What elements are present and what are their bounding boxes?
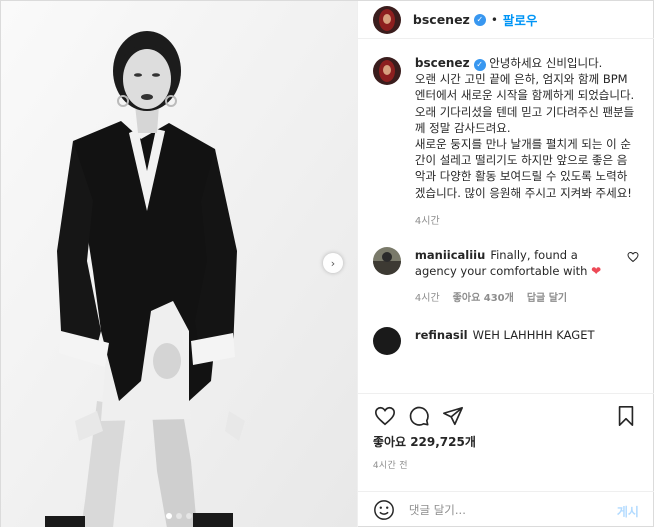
comment-likes-link[interactable]: 좋아요 430개 (453, 291, 514, 308)
comment-body: WEH LAHHHH KAGET (472, 328, 595, 343)
caption-body: 안녕하세요 신비입니다. 오랜 시간 고민 끝에 은하, 엄지와 함께 BPM … (414, 56, 635, 200)
avatar[interactable] (372, 327, 401, 356)
comment-username[interactable]: refinasil (415, 328, 468, 342)
caption-time: 4시간 (414, 215, 440, 227)
carousel-dots (1, 513, 357, 519)
follow-button[interactable]: 팔로우 (503, 10, 538, 29)
comment-time: 4시간 (414, 292, 440, 304)
caption-text: bscenez ✓ 안녕하세요 신비입니다. 오랜 시간 고민 끝에 은하, 엄지… (415, 55, 635, 201)
post-date: 4시간 전 (372, 461, 408, 471)
carousel-dot (175, 513, 182, 519)
next-slide-button[interactable]: › (323, 253, 343, 273)
post-header: bscenez ✓ • 팔로우 (357, 1, 654, 39)
post-side-panel: bscenez ✓ • 팔로우 bscenez ✓ 안녕하세요 신비입니다. 오랜… (356, 1, 654, 527)
share-icon[interactable] (438, 401, 468, 431)
post-comment-button[interactable]: 게시 (617, 503, 639, 520)
avatar[interactable] (372, 5, 401, 34)
reply-button[interactable]: 답글 달기 (527, 291, 567, 308)
comment-meta: 4시간 좋아요 430개 답글 달기 (415, 291, 615, 308)
instagram-post: › bscenez ✓ • 팔로우 bscenez ✓ 안녕하세요 신비입니다.… (0, 0, 654, 527)
add-comment-bar: 게시 (357, 491, 654, 527)
header-username[interactable]: bscenez (413, 12, 470, 27)
avatar[interactable] (372, 57, 401, 85)
likes-count[interactable]: 좋아요 229,725개 (373, 433, 476, 450)
list-item: refinasil WEH LAHHHH KAGET (372, 327, 639, 356)
verified-badge-icon: ✓ (473, 13, 486, 26)
bookmark-icon[interactable] (611, 401, 641, 431)
heart-icon[interactable] (370, 401, 400, 431)
list-item: maniicaliiu Finally, found a agency your … (372, 246, 639, 308)
emoji-icon[interactable] (373, 499, 395, 521)
caption-username[interactable]: bscenez (415, 56, 470, 70)
comment-text: refinasil WEH LAHHHH KAGET (415, 327, 615, 344)
red-heart-emoji: ❤ (591, 264, 602, 279)
comment-like-heart-icon[interactable] (627, 251, 639, 266)
chevron-right-icon: › (330, 256, 336, 270)
comments-list[interactable]: bscenez ✓ 안녕하세요 신비입니다. 오랜 시간 고민 끝에 은하, 엄지… (358, 55, 654, 391)
photo-artwork (1, 1, 357, 527)
action-bar (357, 393, 654, 437)
avatar[interactable] (372, 246, 401, 275)
carousel-dot (165, 513, 172, 519)
comment-text: maniicaliiu Finally, found a agency your … (415, 247, 615, 280)
post-photo[interactable]: › (1, 1, 357, 527)
comment-icon[interactable] (404, 401, 434, 431)
caption: bscenez ✓ 안녕하세요 신비입니다. 오랜 시간 고민 끝에 은하, 엄지… (372, 55, 639, 227)
comment-username[interactable]: maniicaliiu (415, 248, 485, 262)
verified-badge-icon: ✓ (473, 59, 486, 72)
comment-input[interactable] (408, 503, 609, 517)
carousel-dot (185, 513, 192, 519)
header-separator: • (490, 12, 498, 27)
